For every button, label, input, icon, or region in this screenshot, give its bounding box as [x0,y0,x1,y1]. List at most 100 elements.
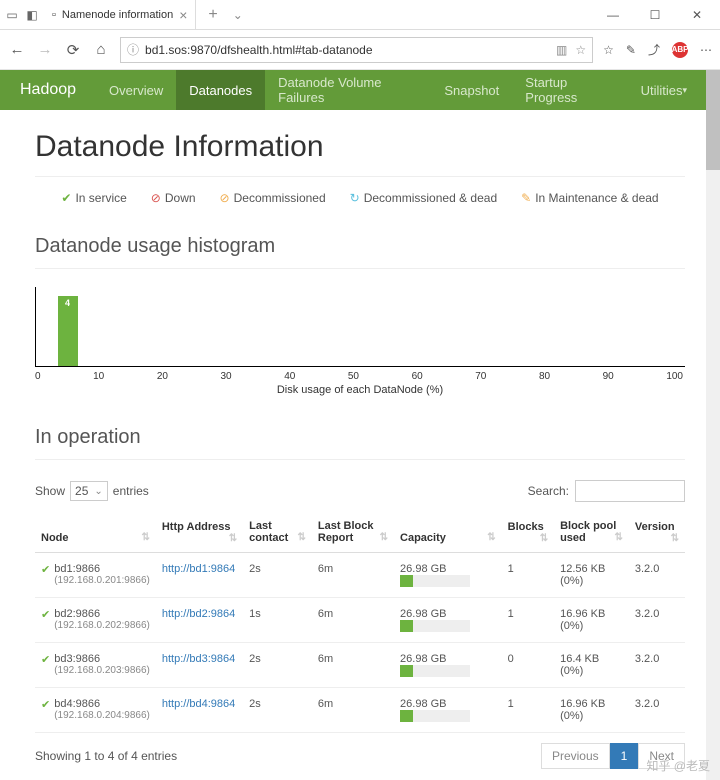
maximize-button[interactable]: ☐ [640,8,670,22]
favorite-icon[interactable]: ☆ [575,43,586,57]
node-name: bd1:9866 [54,563,150,575]
back-button[interactable]: ← [8,41,26,58]
brand[interactable]: Hadoop [20,81,76,99]
close-icon[interactable]: × [179,7,187,23]
new-tab-button[interactable]: + [200,6,225,24]
nav-overview[interactable]: Overview [96,70,176,110]
nav-datanodes[interactable]: Datanodes [176,70,265,110]
search-label: Search: [528,484,569,498]
titlebar: ▭ ◧ ▫ Namenode information × + ⌄ — ☐ ✕ [0,0,720,30]
entries-select[interactable]: 25⌄ [70,481,108,501]
forward-button[interactable]: → [36,41,54,58]
nav-volume-failures[interactable]: Datanode Volume Failures [265,70,431,110]
scrollbar[interactable] [706,70,720,780]
version: 3.2.0 [629,598,685,643]
datanode-table: Node⇅ Http Address⇅ Last contact⇅ Last B… [35,512,685,733]
reader-icon[interactable]: ▥ [556,43,567,57]
home-button[interactable]: ⌂ [92,41,110,58]
browser-toolbar: ← → ⟳ ⌂ ⓘ bd1.sos:9870/dfshealth.html#ta… [0,30,720,70]
refresh-button[interactable]: ⟳ [64,41,82,59]
maint-icon: ✎ [521,191,531,205]
th-http[interactable]: Http Address⇅ [156,512,243,553]
navbar: Hadoop Overview Datanodes Datanode Volum… [0,70,720,110]
caret-down-icon: ▾ [682,85,687,96]
node-name: bd3:9866 [54,653,150,665]
more-icon[interactable]: ⋯ [700,43,712,57]
th-node[interactable]: Node⇅ [35,512,156,553]
http-link[interactable]: http://bd2:9864 [162,608,235,620]
in-operation-title: In operation [35,426,685,449]
decom-dead-icon: ↻ [350,191,360,205]
page-1-button[interactable]: 1 [610,743,639,769]
url-text: bd1.sos:9870/dfshealth.html#tab-datanode [145,43,373,57]
th-contact[interactable]: Last contact⇅ [243,512,312,553]
version: 3.2.0 [629,643,685,688]
node-ip: (192.168.0.203:9866) [54,665,150,676]
capacity: 26.98 GB [394,688,502,733]
last-report: 6m [312,688,394,733]
info-icon[interactable]: ⓘ [127,41,139,58]
th-report[interactable]: Last Block Report⇅ [312,512,394,553]
x-ticks: 0102030405060708090100 [35,371,685,382]
capacity: 26.98 GB [394,553,502,598]
pool-used: 16.96 KB (0%) [554,688,629,733]
last-report: 6m [312,643,394,688]
prev-button[interactable]: Previous [541,743,610,769]
histogram-title: Datanode usage histogram [35,235,685,258]
check-icon: ✔ [41,698,50,711]
nav-utilities[interactable]: Utilities ▾ [628,70,700,110]
pool-used: 16.96 KB (0%) [554,598,629,643]
last-contact: 1s [243,598,312,643]
show-label: Show [35,484,65,498]
http-link[interactable]: http://bd3:9864 [162,653,235,665]
url-bar[interactable]: ⓘ bd1.sos:9870/dfshealth.html#tab-datano… [120,37,593,63]
check-icon: ✔ [41,653,50,666]
legend: ✔In service ⊘Down ⊘Decommissioned ↻Decom… [35,191,685,205]
last-contact: 2s [243,553,312,598]
chart-bar: 4 [58,296,78,366]
x-axis-label: Disk usage of each DataNode (%) [35,384,685,396]
capacity: 26.98 GB [394,643,502,688]
nav-startup[interactable]: Startup Progress [512,70,627,110]
node-name: bd2:9866 [54,608,150,620]
minimize-button[interactable]: — [598,8,628,22]
th-version[interactable]: Version⇅ [629,512,685,553]
http-link[interactable]: http://bd4:9864 [162,698,235,710]
blocks: 1 [502,598,554,643]
last-report: 6m [312,598,394,643]
share-icon[interactable]: ⤴ [648,41,660,58]
node-ip: (192.168.0.202:9866) [54,620,150,631]
favorites-button[interactable]: ☆ [603,43,614,57]
down-icon: ⊘ [151,191,161,205]
th-capacity[interactable]: Capacity⇅ [394,512,502,553]
table-row: ✔bd4:9866(192.168.0.204:9866) http://bd4… [35,688,685,733]
browser-tab[interactable]: ▫ Namenode information × [44,0,196,30]
sidebar-icon[interactable]: ◧ [24,7,40,23]
http-link[interactable]: http://bd1:9864 [162,563,235,575]
pool-used: 16.4 KB (0%) [554,643,629,688]
notes-icon[interactable]: ✎ [626,43,636,57]
abp-icon[interactable]: ABP [672,42,688,58]
tab-group-icon[interactable]: ▭ [4,7,20,23]
decom-icon: ⊘ [220,191,230,205]
blocks: 1 [502,553,554,598]
table-row: ✔bd1:9866(192.168.0.201:9866) http://bd1… [35,553,685,598]
close-window-button[interactable]: ✕ [682,8,712,22]
watermark: 知乎 @老夏 [646,757,710,774]
blocks: 0 [502,643,554,688]
table-row: ✔bd2:9866(192.168.0.202:9866) http://bd2… [35,598,685,643]
chevron-down-icon[interactable]: ⌄ [230,7,246,23]
pool-used: 12.56 KB (0%) [554,553,629,598]
th-pool[interactable]: Block pool used⇅ [554,512,629,553]
check-icon: ✔ [41,563,50,576]
tab-title: Namenode information [62,9,173,21]
page: Hadoop Overview Datanodes Datanode Volum… [0,70,720,780]
nav-snapshot[interactable]: Snapshot [431,70,512,110]
th-blocks[interactable]: Blocks⇅ [502,512,554,553]
check-icon: ✔ [61,191,71,205]
last-report: 6m [312,553,394,598]
node-name: bd4:9866 [54,698,150,710]
search-input[interactable] [575,480,685,502]
page-title: Datanode Information [35,130,685,164]
entries-label: entries [113,484,149,498]
